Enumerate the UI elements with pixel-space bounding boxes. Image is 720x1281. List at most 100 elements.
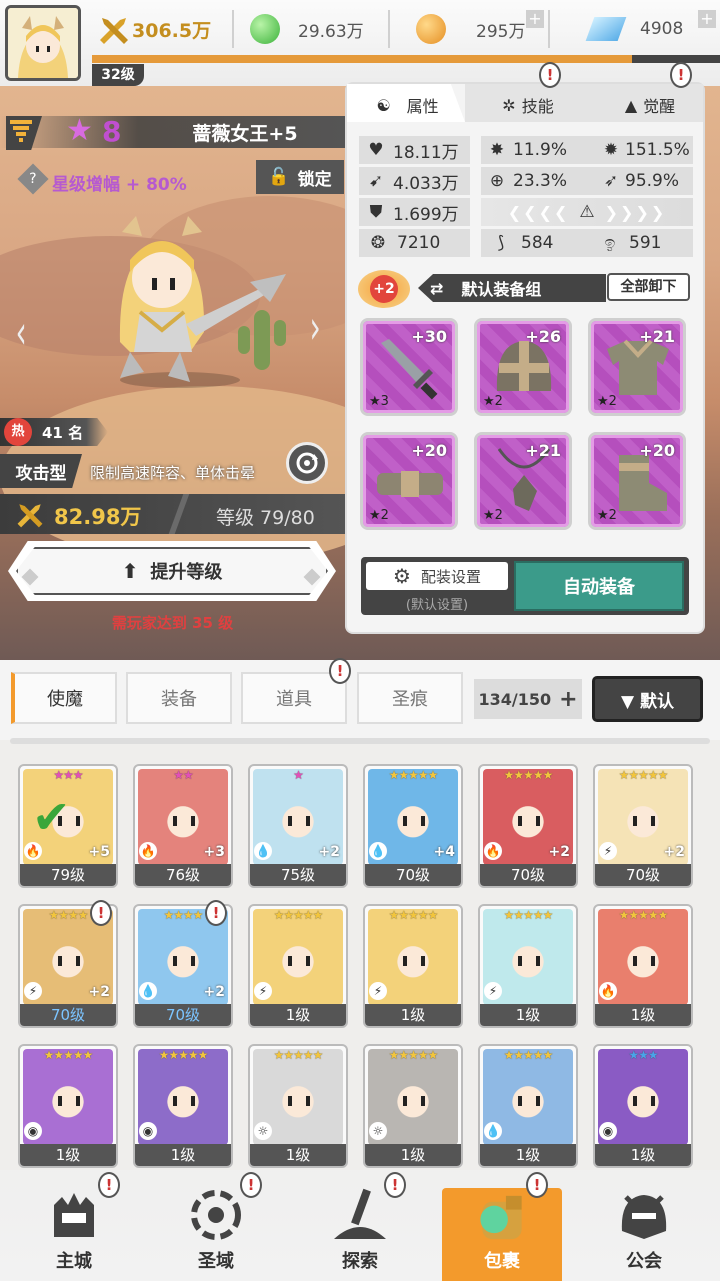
fire-element-icon: 🔥 — [599, 982, 617, 1000]
config-button-label: 配装设置 — [420, 567, 481, 586]
hero-type-desc: 限制高速阵容、单体击晕 — [90, 464, 256, 482]
resist-icon: ඉ — [604, 233, 616, 253]
familiar-card[interactable]: ★★★★★ ⚡ 1级 — [248, 904, 348, 1028]
yin-yang-icon: ☯ — [376, 95, 391, 115]
equip-slot-sword[interactable]: +30 ★3 — [360, 318, 458, 416]
familiar-card[interactable]: ★★★★★ ☼ 1级 — [248, 1044, 348, 1168]
power-value: 306.5万 — [132, 19, 212, 42]
hero-power-value: 82.98万 — [54, 505, 142, 529]
auto-equip-button[interactable]: 自动装备 — [514, 561, 684, 611]
familiar-plus: +2 — [318, 844, 340, 860]
familiar-eyes — [518, 956, 540, 966]
equip-plus: +21 — [639, 327, 675, 346]
player-avatar[interactable] — [5, 5, 81, 81]
equip-slot-helmet[interactable]: +26 ★2 — [474, 318, 572, 416]
shield-icon: ⛊ — [369, 202, 383, 222]
familiar-card[interactable]: ★★★★★ ◉ 1级 — [18, 1044, 118, 1168]
sort-dropdown[interactable]: ▼ 默认 — [592, 676, 703, 722]
thunder-element-icon: ⚡ — [254, 982, 272, 1000]
familiar-level: 1级 — [595, 1004, 691, 1026]
familiar-stars: ★★★★★ — [273, 908, 324, 922]
equip-slot-necklace[interactable]: +21 ★2 — [474, 432, 572, 530]
familiar-card[interactable]: ★★★★★ 🔥 1级 — [593, 904, 693, 1028]
stat-speed-value: 95.9% — [625, 171, 680, 191]
diamond-icon — [585, 17, 627, 41]
stat-def-value: 1.699万 — [393, 204, 459, 225]
familiar-card[interactable]: ★★★★★ 💧 +4 70级 — [363, 764, 463, 888]
familiar-level: 1级 — [595, 1144, 691, 1166]
familiar-level: 70级 — [20, 1004, 116, 1026]
familiar-eyes — [288, 1096, 310, 1106]
tab-familiars[interactable]: 使魔 — [11, 672, 117, 724]
stat-hp: ♥ 18.11万 — [359, 136, 470, 164]
tab-attributes[interactable]: ☯ 属性 — [355, 86, 460, 124]
familiar-plus: +4 — [433, 844, 455, 860]
familiar-card[interactable]: ★★★★★ 💧 1级 — [478, 1044, 578, 1168]
lock-icon: 🔓 — [268, 167, 290, 187]
capacity-display[interactable]: 134/150 + — [474, 679, 582, 719]
swap-icon: ⇄ — [430, 278, 444, 298]
tab-awaken[interactable]: ▲ 觉醒 — [600, 86, 700, 124]
equipment-set-selector[interactable]: ⇄ 默认装备组 — [418, 274, 606, 302]
hero-level-label: 等级 79/80 — [216, 507, 315, 529]
cactus-decoration — [238, 310, 286, 370]
familiar-level: 79级 — [20, 864, 116, 886]
unequip-all-button[interactable]: 全部卸下 — [607, 273, 690, 301]
familiar-card[interactable]: ★★ 🔥 +3 76级 — [133, 764, 233, 888]
rotate-icon — [296, 452, 318, 474]
familiar-plus: +2 — [88, 984, 110, 1000]
familiar-card[interactable]: ★★★★★ ◉ 1级 — [133, 1044, 233, 1168]
fire-element-icon: 🔥 — [484, 842, 502, 860]
config-sub-label: (默认设置) — [405, 598, 469, 613]
lock-button[interactable]: 🔓 锁定 — [256, 160, 344, 194]
tab-equipment[interactable]: 装备 — [126, 672, 232, 724]
thunder-element-icon: ⚡ — [599, 842, 617, 860]
familiar-card[interactable]: ★★★ 🔥 +5 ✔ 79级 — [18, 764, 118, 888]
stat-s1: ❂ 7210 — [359, 229, 470, 257]
add-diamond-icon[interactable]: + — [698, 10, 716, 28]
power-display: 306.5万 — [96, 10, 234, 48]
add-capacity-icon[interactable]: + — [559, 687, 577, 712]
add-gold-icon[interactable]: + — [526, 10, 544, 28]
avatar-portrait — [8, 8, 78, 78]
tab-stigmata[interactable]: 圣痕 — [357, 672, 463, 724]
familiar-card[interactable]: ★★★★★ ⚡ +2 70级 — [593, 764, 693, 888]
equip-slot-boots[interactable]: +20 ★2 — [588, 432, 686, 530]
familiar-card[interactable]: ★★★★★ ☼ 1级 — [363, 1044, 463, 1168]
prev-hero-arrow[interactable]: ‹ — [16, 305, 27, 359]
upgrade-level-button[interactable]: ⬆ 提升等级 — [16, 547, 328, 595]
green-gem-value: 29.63万 — [298, 21, 364, 42]
chevrons-right: ❯❯❯❯ — [604, 202, 667, 222]
set-bonus-badge[interactable]: +2 — [358, 270, 410, 308]
familiar-eyes — [633, 816, 655, 826]
diamond-display[interactable]: 4908 + — [584, 10, 720, 48]
rotate-view-button[interactable] — [286, 442, 328, 484]
familiar-level: 75级 — [250, 864, 346, 886]
equip-stars: ★2 — [483, 394, 503, 409]
nav-guild-helmet[interactable]: 公会 — [584, 1176, 704, 1281]
familiar-card[interactable]: ★★★★★ ⚡ 1级 — [478, 904, 578, 1028]
gold-display[interactable]: 295万 + — [402, 10, 550, 48]
equip-stars: ★2 — [597, 394, 617, 409]
familiar-card[interactable]: ★★★★★ ⚡ 1级 — [363, 904, 463, 1028]
familiar-eyes — [58, 1096, 80, 1106]
tab-skills[interactable]: ✲ 技能 — [478, 86, 578, 124]
familiar-plus: +2 — [663, 844, 685, 860]
config-settings-button[interactable]: ⚙ 配装设置 — [366, 562, 508, 590]
items-alert-icon: ! — [329, 658, 351, 684]
hero-type-badge: 攻击型 — [0, 454, 82, 488]
next-hero-arrow[interactable]: › — [310, 300, 321, 354]
nav-label: 主城 — [56, 1251, 92, 1272]
equip-plus: +20 — [411, 441, 447, 460]
familiar-level: 76级 — [135, 864, 231, 886]
equip-stars: ★2 — [597, 508, 617, 523]
equip-slot-armor[interactable]: +21 ★2 — [588, 318, 686, 416]
familiar-card[interactable]: ★★★★★ 🔥 +2 70级 — [478, 764, 578, 888]
equip-slot-belt[interactable]: +20 ★2 — [360, 432, 458, 530]
familiar-card[interactable]: ★★★ ◉ 1级 — [593, 1044, 693, 1168]
familiar-level: 1级 — [365, 1004, 461, 1026]
nav-bag[interactable]: 包裹 — [442, 1188, 562, 1281]
speed-icon: ➶ — [603, 171, 619, 191]
familiar-card[interactable]: ★ 💧 +2 75级 — [248, 764, 348, 888]
stat-atk: ➹ 4.033万 — [359, 167, 470, 195]
